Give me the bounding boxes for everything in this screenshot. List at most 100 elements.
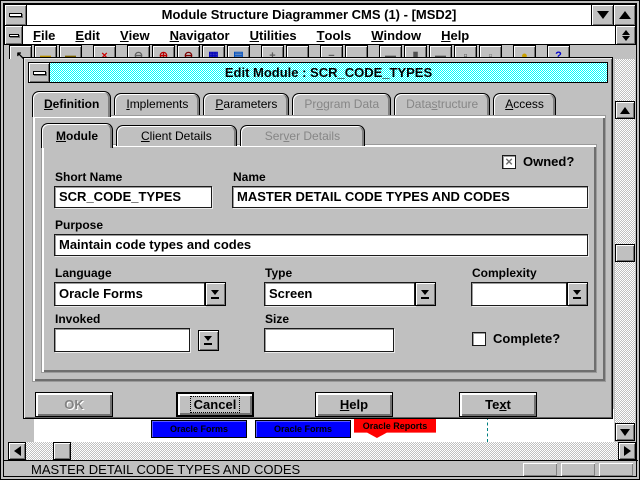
vertical-scroll-thumb[interactable] [615, 244, 635, 262]
dialog-system-menu-icon [33, 71, 46, 75]
edit-module-dialog: Edit Module : SCR_CODE_TYPES Definition … [23, 57, 613, 419]
dialog-title: Edit Module : SCR_CODE_TYPES [50, 63, 607, 82]
complexity-combo[interactable] [471, 282, 588, 306]
tab-parameters[interactable]: Parameters [203, 93, 289, 115]
menu-utilities[interactable]: Utilities [240, 26, 307, 44]
menu-edit[interactable]: Edit [65, 26, 110, 44]
tab-implements[interactable]: Implements [114, 93, 200, 115]
type-combo[interactable]: Screen [264, 282, 436, 306]
text-button[interactable]: Text [459, 392, 537, 417]
menu-window[interactable]: Window [361, 26, 431, 44]
scroll-down-icon [620, 429, 630, 436]
subtab-client-details[interactable]: Client Details [116, 125, 237, 146]
invoked-dropdown-button[interactable] [198, 330, 219, 351]
type-label: Type [265, 266, 292, 280]
size-label: Size [265, 312, 289, 326]
language-combo[interactable]: Oracle Forms [54, 282, 226, 306]
horizontal-scrollbar[interactable] [8, 442, 636, 460]
restore-up-icon [622, 30, 630, 35]
short-name-label: Short Name [55, 170, 122, 184]
check-icon: × [505, 156, 513, 168]
maximize-button[interactable] [613, 5, 635, 25]
menu-bar: File Edit View Navigator Utilities Tools… [4, 26, 636, 45]
minimize-icon [597, 11, 609, 19]
module-box-label: Oracle Forms [274, 424, 332, 434]
maximize-icon [619, 11, 631, 19]
language-value[interactable]: Oracle Forms [54, 282, 205, 306]
page-boundary-line [487, 417, 488, 442]
cancel-button[interactable]: Cancel [176, 392, 254, 417]
window-title: Module Structure Diagrammer CMS (1) - [M… [27, 5, 591, 25]
scroll-down-button[interactable] [615, 423, 635, 441]
subtab-module[interactable]: Module [41, 123, 113, 148]
menu-help[interactable]: Help [431, 26, 479, 44]
menu-tools[interactable]: Tools [307, 26, 362, 44]
language-dropdown-button[interactable] [205, 282, 226, 306]
owned-checkbox[interactable]: × [502, 155, 516, 169]
status-text: MASTER DETAIL CODE TYPES AND CODES [31, 462, 300, 477]
dialog-title-text: Edit Module : SCR_CODE_TYPES [225, 65, 432, 80]
purpose-label: Purpose [55, 218, 103, 232]
dropdown-arrow-icon [421, 290, 430, 299]
main-titlebar: Module Structure Diagrammer CMS (1) - [M… [4, 4, 636, 26]
vertical-scrollbar[interactable] [615, 59, 635, 441]
menu-file[interactable]: File [23, 26, 65, 44]
dropdown-arrow-icon [211, 290, 220, 299]
short-name-field[interactable]: SCR_CODE_TYPES [54, 186, 212, 208]
scroll-right-button[interactable] [618, 442, 636, 460]
minimize-button[interactable] [591, 5, 613, 25]
complete-label: Complete? [493, 331, 560, 346]
document-restore-button[interactable] [615, 26, 635, 44]
application-window: Module Structure Diagrammer CMS (1) - [M… [0, 0, 640, 480]
scroll-right-icon [624, 446, 631, 456]
menu-navigator[interactable]: Navigator [160, 26, 240, 44]
module-box-2[interactable]: Oracle Forms [255, 420, 351, 438]
module-box-label: Oracle Forms [170, 424, 228, 434]
type-value[interactable]: Screen [264, 282, 415, 306]
complete-checkbox[interactable] [472, 332, 486, 346]
document-menu-button[interactable] [5, 26, 23, 44]
dialog-system-menu-button[interactable] [29, 63, 50, 82]
system-menu-button[interactable] [5, 5, 27, 25]
horizontal-scroll-thumb[interactable] [53, 442, 71, 460]
complexity-dropdown-button[interactable] [567, 282, 588, 306]
module-box-1[interactable]: Oracle Forms [151, 420, 247, 438]
dropdown-arrow-icon [204, 336, 213, 345]
status-cell [561, 463, 595, 476]
ok-button[interactable]: OK [35, 392, 113, 417]
subtab-server-details: Server Details [240, 125, 365, 146]
system-menu-icon [9, 13, 22, 17]
language-label: Language [55, 266, 112, 280]
dropdown-arrow-icon [573, 290, 582, 299]
owned-label: Owned? [523, 154, 574, 169]
tab-program-data: Program Data [292, 93, 391, 115]
tab-datastructure: Datastructure [394, 93, 490, 115]
purpose-field[interactable]: Maintain code types and codes [54, 234, 588, 256]
report-box-label: Oracle Reports [363, 421, 428, 431]
tab-definition[interactable]: Definition [32, 91, 111, 117]
status-cells [523, 463, 633, 476]
scroll-up-button[interactable] [615, 101, 635, 119]
scroll-left-icon [14, 446, 21, 456]
menu-view[interactable]: View [110, 26, 160, 44]
restore-down-icon [622, 36, 630, 41]
invoked-label: Invoked [55, 312, 100, 326]
dialog-tab-strip: Definition Implements Parameters Program… [32, 89, 606, 115]
name-field[interactable]: MASTER DETAIL CODE TYPES AND CODES [232, 186, 588, 208]
complexity-label: Complexity [472, 266, 537, 280]
dialog-titlebar: Edit Module : SCR_CODE_TYPES [28, 62, 608, 83]
focus-ring: Cancel [190, 396, 241, 413]
status-cell [599, 463, 633, 476]
document-menu-icon [9, 34, 19, 37]
type-dropdown-button[interactable] [415, 282, 436, 306]
module-sub-tab-strip: Module Client Details Server Details [41, 120, 368, 146]
complexity-value[interactable] [471, 282, 567, 306]
status-bar: MASTER DETAIL CODE TYPES AND CODES [4, 460, 638, 478]
report-box[interactable]: Oracle Reports [354, 419, 436, 438]
invoked-field[interactable] [54, 328, 190, 352]
help-button[interactable]: Help [315, 392, 393, 417]
scroll-left-button[interactable] [8, 442, 26, 460]
scroll-up-icon [620, 107, 630, 114]
size-field[interactable] [264, 328, 394, 352]
tab-access[interactable]: Access [493, 93, 556, 115]
